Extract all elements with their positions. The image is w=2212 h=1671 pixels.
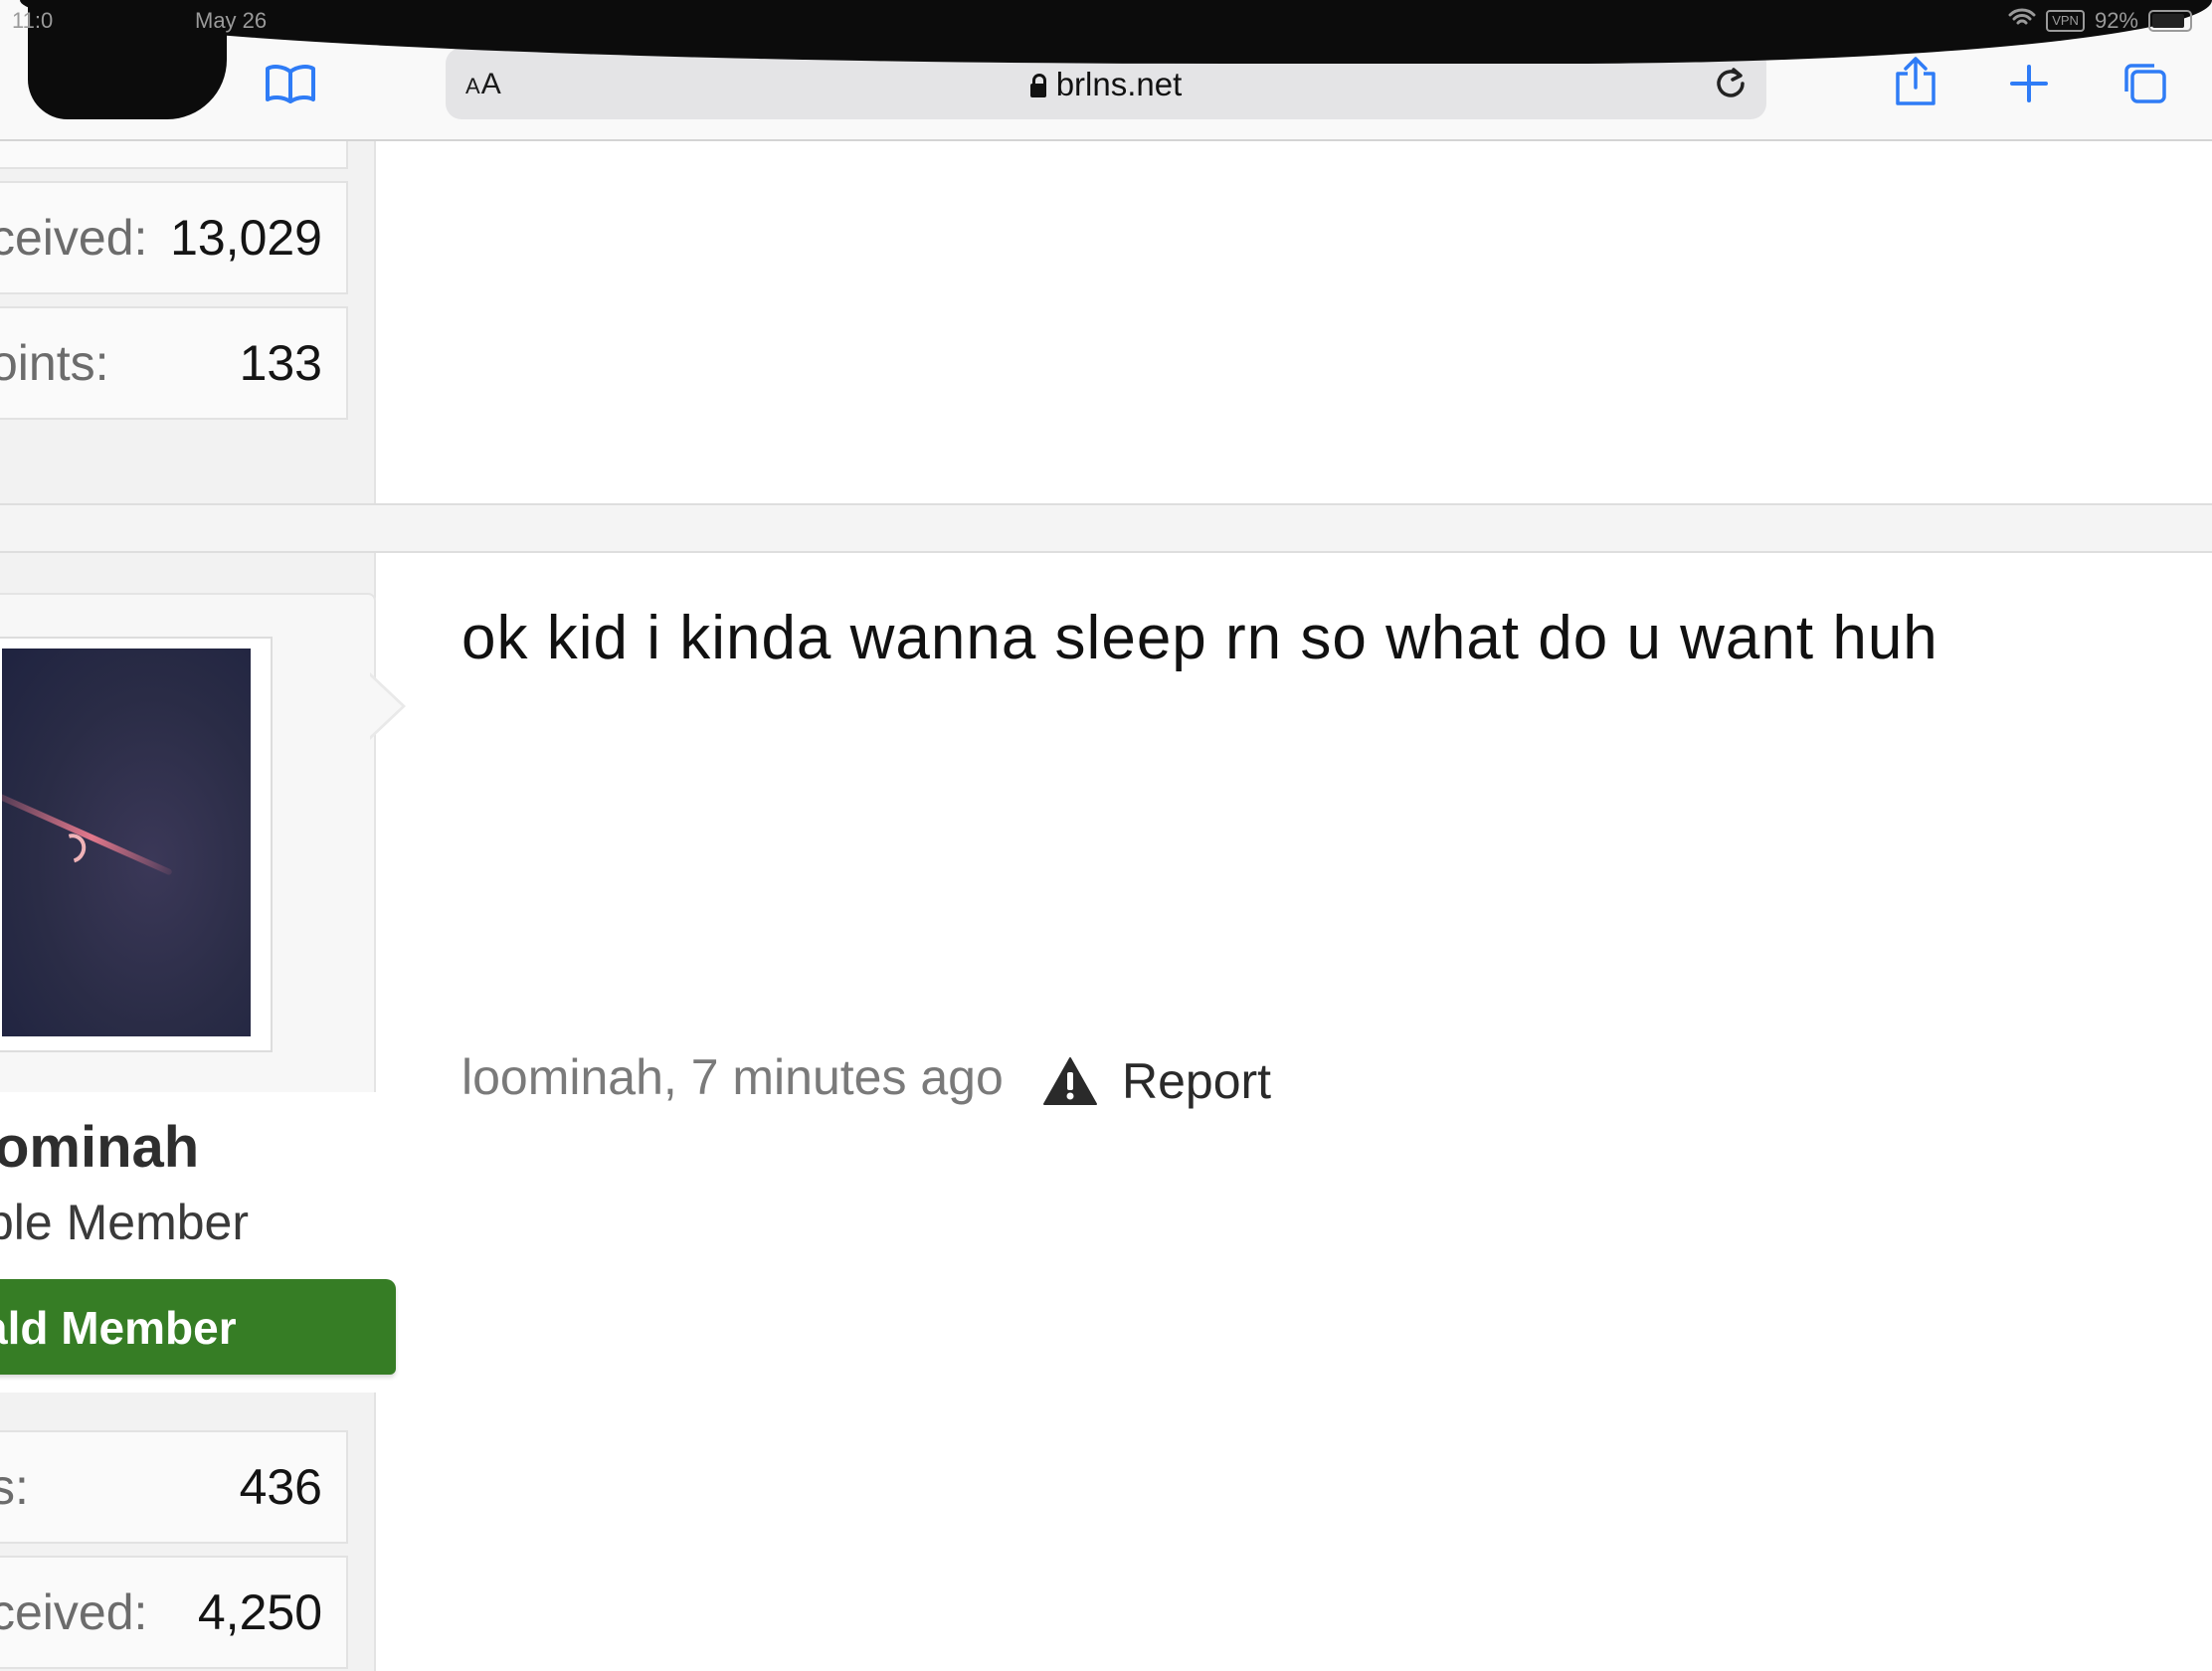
status-date: May 26	[195, 8, 268, 33]
url-display[interactable]: brlns.net	[446, 66, 1766, 103]
stat-value: 13,029	[170, 210, 322, 266]
battery-percent: 92%	[2094, 8, 2138, 33]
battery-icon	[2148, 10, 2192, 32]
tabs-icon[interactable]	[2122, 62, 2168, 105]
post-meta[interactable]: loominah, 7 minutes ago	[461, 1048, 1004, 1106]
avatar-comet-tail	[2, 781, 173, 876]
share-icon[interactable]	[1894, 56, 1937, 107]
message-pointer	[368, 672, 406, 740]
stat-value: 436	[239, 1459, 322, 1515]
username[interactable]: ominah	[0, 1114, 199, 1181]
bookmarks-icon[interactable]	[265, 64, 316, 103]
report-label: Report	[1122, 1053, 1272, 1109]
warning-icon	[1042, 1056, 1098, 1106]
status-bar: 11:0 May 26 VPN 92%	[0, 0, 2212, 40]
page-content: s: 841 ceived: 13,029 oints: 133 ominah …	[0, 56, 2212, 1671]
vpn-badge: VPN	[2046, 10, 2085, 32]
status-time: 11:0	[12, 8, 54, 33]
wifi-icon	[2008, 8, 2036, 34]
new-tab-icon[interactable]	[2009, 64, 2049, 103]
avatar[interactable]	[2, 649, 251, 1036]
reload-icon[interactable]	[1713, 66, 1749, 106]
stat-label: oints:	[0, 335, 109, 391]
stat-label: ceived:	[0, 210, 148, 266]
report-button[interactable]: Report	[1042, 1052, 1271, 1110]
rank-badge: ald Member	[0, 1279, 396, 1375]
stat-row: ceived: 13,029	[0, 181, 348, 294]
avatar-frame[interactable]	[0, 637, 273, 1052]
stat-row: s: 436	[0, 1430, 348, 1544]
post-separator	[0, 503, 2212, 553]
stat-label: ceived:	[0, 1584, 148, 1640]
stat-value: 133	[239, 335, 322, 391]
rank-label: ald Member	[0, 1302, 237, 1354]
stat-row: ceived: 4,250	[0, 1556, 348, 1669]
lock-icon	[1029, 74, 1046, 97]
user-title: ble Member	[0, 1195, 249, 1250]
post-message: ok kid i kinda wanna sleep rn so what do…	[461, 604, 1938, 672]
user-stats-panel: s: 436 ceived: 4,250	[0, 1392, 376, 1671]
stat-label: s:	[0, 1459, 29, 1515]
url-text: brlns.net	[1055, 66, 1183, 102]
stat-value: 4,250	[197, 1584, 322, 1640]
status-indicators: VPN 92%	[2008, 8, 2192, 34]
stat-row: oints: 133	[0, 306, 348, 420]
